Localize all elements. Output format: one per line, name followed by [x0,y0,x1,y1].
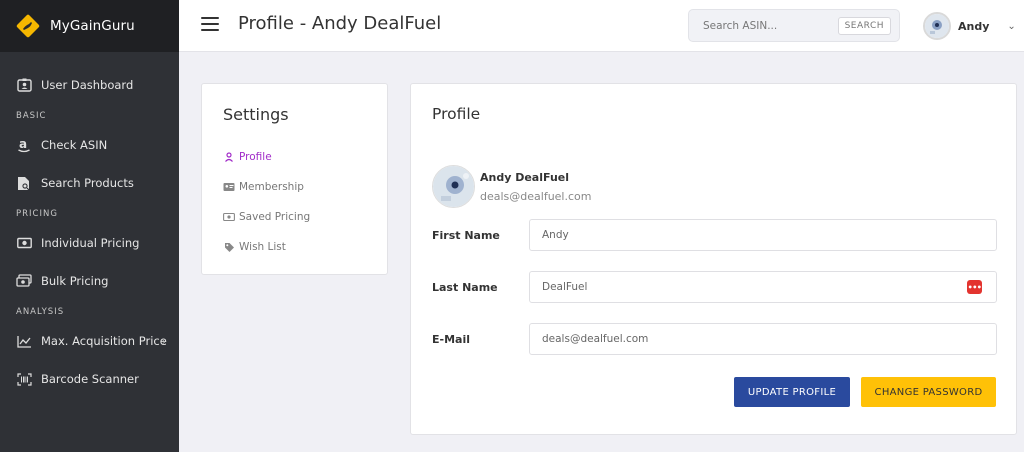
sidebar-item-check-asin[interactable]: a Check ASIN [0,126,179,164]
user-icon [223,152,235,162]
sidebar: MyGainGuru User Dashboard BASIC a Check … [0,0,179,452]
update-profile-button[interactable]: UPDATE PROFILE [734,377,850,407]
chevron-down-icon: ⌄ [1007,20,1016,32]
amazon-icon: a [16,137,32,153]
tag-icon [223,242,235,253]
settings-item-label: Wish List [239,241,286,253]
section-label-basic: BASIC [16,111,47,121]
top-header: Profile - Andy DealFuel SEARCH Andy ⌄ [179,0,1024,52]
avatar [923,12,951,40]
settings-item-label: Profile [239,151,272,163]
barcode-icon [16,371,32,387]
first-name-field[interactable] [529,219,997,251]
kangaroo-logo-icon [16,14,40,38]
money-bill-icon [16,235,32,251]
sidebar-item-label: Barcode Scanner [41,372,139,386]
password-manager-icon[interactable]: ••• [967,280,982,294]
first-name-label: First Name [432,228,500,242]
email-label: E-Mail [432,332,470,346]
sidebar-item-label: Max. Acquisition Price [41,334,167,348]
sidebar-nav: User Dashboard BASIC a Check ASIN Search… [0,52,179,398]
id-card-icon [16,77,32,93]
search-button[interactable]: SEARCH [837,17,891,35]
settings-item-saved-pricing[interactable]: Saved Pricing [223,202,310,232]
line-chart-icon [16,333,32,349]
profile-name: Andy DealFuel [480,170,570,184]
settings-item-wish-list[interactable]: Wish List [223,232,310,262]
sidebar-item-label: User Dashboard [41,78,134,92]
sidebar-item-max-acquisition-price[interactable]: Max. Acquisition Price › [0,322,179,360]
last-name-row: Last Name ••• [432,271,997,303]
search-box: SEARCH [688,9,900,42]
last-name-label: Last Name [432,280,498,294]
change-password-button[interactable]: CHANGE PASSWORD [861,377,996,407]
brand-name: MyGainGuru [50,18,135,34]
file-search-icon [16,175,32,191]
profile-email: deals@dealfuel.com [480,189,592,203]
id-card-icon [223,182,235,192]
sidebar-item-label: Bulk Pricing [41,274,109,288]
profile-title: Profile [432,105,481,123]
user-menu[interactable]: Andy ⌄ [923,11,1016,41]
first-name-row: First Name [432,219,997,251]
sidebar-item-user-dashboard[interactable]: User Dashboard [0,66,179,104]
sidebar-item-bulk-pricing[interactable]: Bulk Pricing [0,262,179,300]
hamburger-menu-icon[interactable] [201,17,219,33]
profile-summary: Andy DealFuel deals@dealfuel.com [432,165,591,208]
user-name: Andy [958,19,990,33]
profile-card: Profile Andy DealFuel deals@dealfuel.com… [410,83,1017,435]
settings-item-profile[interactable]: Profile [223,142,310,172]
settings-item-label: Membership [239,181,304,193]
money-bill-icon [223,212,235,222]
settings-card: Settings Profile Membership Saved Pricin… [201,83,388,275]
section-label-analysis: ANALYSIS [16,307,65,317]
settings-title: Settings [223,105,289,124]
money-stack-icon [16,273,32,289]
page-title: Profile - Andy DealFuel [238,13,442,34]
sidebar-item-individual-pricing[interactable]: Individual Pricing [0,224,179,262]
settings-item-membership[interactable]: Membership [223,172,310,202]
last-name-field[interactable] [529,271,997,303]
sidebar-item-label: Individual Pricing [41,236,140,250]
email-row: E-Mail [432,323,997,355]
section-label-pricing: PRICING [16,209,58,219]
brand[interactable]: MyGainGuru [0,0,179,52]
avatar[interactable] [432,165,475,208]
settings-menu: Profile Membership Saved Pricing Wish Li… [223,142,310,262]
sidebar-item-search-products[interactable]: Search Products [0,164,179,202]
svg-text:a: a [19,138,27,151]
sidebar-item-barcode-scanner[interactable]: Barcode Scanner [0,360,179,398]
sidebar-item-label: Search Products [41,176,134,190]
settings-item-label: Saved Pricing [239,211,311,223]
sidebar-item-label: Check ASIN [41,138,108,152]
email-field[interactable] [529,323,997,355]
chevron-right-icon: › [161,334,166,348]
search-input[interactable] [703,19,831,32]
